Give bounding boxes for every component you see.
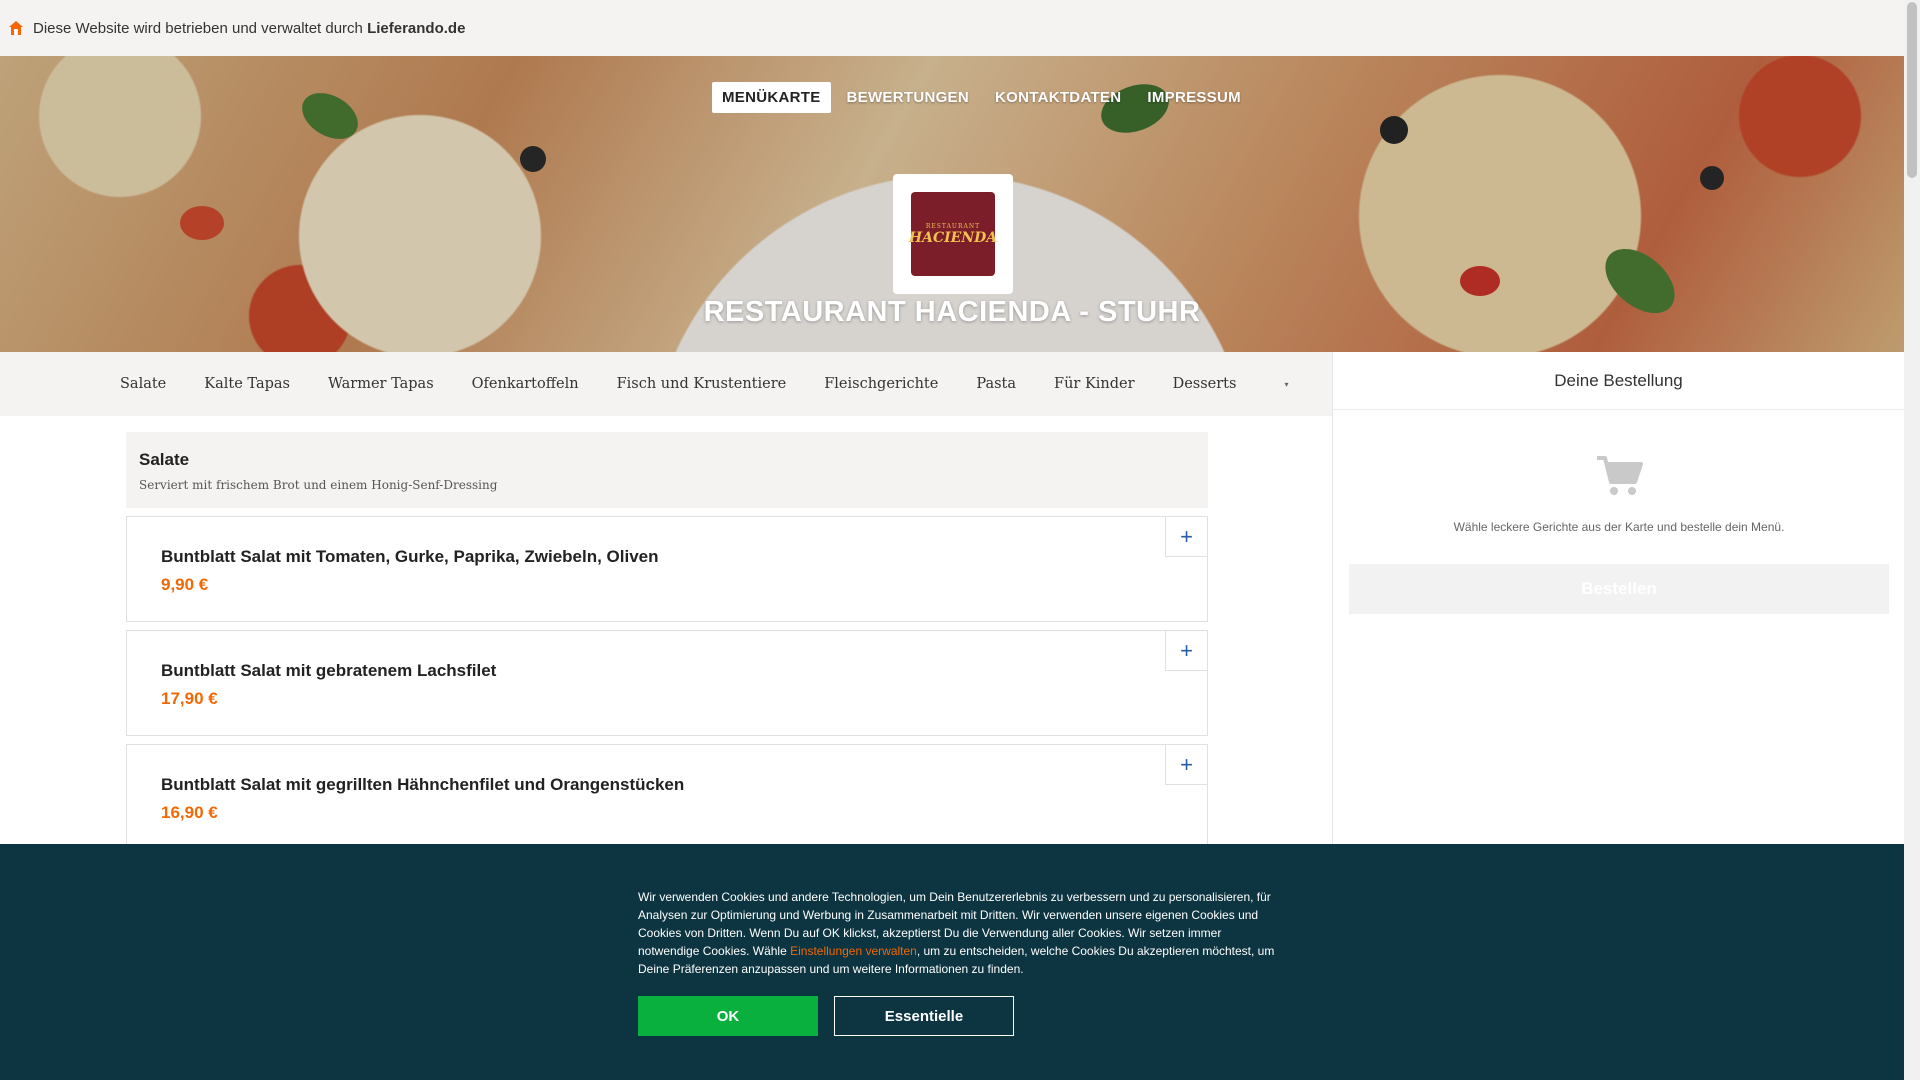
logo-big-text: HACIENDA bbox=[908, 229, 998, 246]
category-pasta[interactable]: Pasta bbox=[976, 376, 1016, 392]
main-nav: MENÜKARTE BEWERTUNGEN KONTAKTDATEN IMPRE… bbox=[712, 82, 1251, 113]
cart-icon bbox=[1597, 456, 1643, 495]
nav-kontaktdaten[interactable]: KONTAKTDATEN bbox=[985, 82, 1131, 113]
category-bar: Salate Kalte Tapas Warmer Tapas Ofenkart… bbox=[0, 352, 1332, 416]
menu-item-price: 9,90 € bbox=[161, 575, 209, 594]
chevron-down-icon[interactable]: ▾ bbox=[1284, 380, 1288, 389]
scrollbar-thumb[interactable] bbox=[1907, 2, 1917, 178]
cookie-banner: Wir verwenden Cookies und andere Technol… bbox=[0, 844, 1904, 1080]
operator-notice-text: Diese Website wird betrieben und verwalt… bbox=[33, 19, 363, 37]
add-item-button[interactable]: + bbox=[1165, 631, 1207, 671]
menu-item[interactable]: Buntblatt Salat mit Tomaten, Gurke, Papr… bbox=[126, 516, 1208, 622]
category-desserts[interactable]: Desserts bbox=[1173, 376, 1237, 392]
cookie-ok-button[interactable]: OK bbox=[638, 996, 818, 1036]
cookie-settings-link[interactable]: Einstellungen verwalten bbox=[790, 944, 917, 958]
basket-empty-text: Wähle leckere Gerichte aus der Karte und… bbox=[1453, 520, 1785, 534]
basket-title: Deine Bestellung bbox=[1333, 352, 1904, 410]
nav-bewertungen[interactable]: BEWERTUNGEN bbox=[837, 82, 979, 113]
operator-notice-bar: Diese Website wird betrieben und verwalt… bbox=[0, 0, 1904, 56]
menu-item-name: Buntblatt Salat mit gebratenem Lachsfile… bbox=[161, 661, 497, 680]
category-fuer-kinder[interactable]: Für Kinder bbox=[1054, 376, 1135, 392]
cookie-text: Wir verwenden Cookies und andere Technol… bbox=[638, 888, 1278, 978]
menu-item-name: Buntblatt Salat mit gegrillten Hähnchenf… bbox=[161, 775, 685, 794]
menu-item-price: 16,90 € bbox=[161, 803, 218, 822]
logo-mark: RESTAURANT HACIENDA bbox=[908, 192, 998, 276]
menu-content: Salate Serviert mit frischem Brot und ei… bbox=[126, 432, 1208, 850]
category-ofenkartoffeln[interactable]: Ofenkartoffeln bbox=[472, 376, 579, 392]
menu-item-name: Buntblatt Salat mit Tomaten, Gurke, Papr… bbox=[161, 547, 659, 566]
menu-item[interactable]: Buntblatt Salat mit gegrillten Hähnchenf… bbox=[126, 744, 1208, 850]
operator-brand[interactable]: Lieferando.de bbox=[367, 20, 465, 37]
restaurant-title: RESTAURANT HACIENDA - STUHR bbox=[703, 296, 1201, 328]
category-kalte-tapas[interactable]: Kalte Tapas bbox=[204, 376, 290, 392]
cookie-essential-button[interactable]: Essentielle bbox=[834, 996, 1014, 1036]
nav-menukarte[interactable]: MENÜKARTE bbox=[712, 82, 831, 113]
order-button[interactable]: Bestellen bbox=[1349, 564, 1889, 614]
home-icon bbox=[9, 21, 23, 35]
logo-small-text: RESTAURANT bbox=[925, 222, 981, 230]
menu-item[interactable]: Buntblatt Salat mit gebratenem Lachsfile… bbox=[126, 630, 1208, 736]
section-header: Salate Serviert mit frischem Brot und ei… bbox=[126, 432, 1208, 508]
restaurant-logo: RESTAURANT HACIENDA bbox=[893, 174, 1013, 294]
section-description: Serviert mit frischem Brot und einem Hon… bbox=[139, 478, 498, 492]
section-title: Salate bbox=[139, 450, 190, 469]
menu-item-price: 17,90 € bbox=[161, 689, 218, 708]
category-fisch[interactable]: Fisch und Krustentiere bbox=[617, 376, 787, 392]
page-scrollbar[interactable] bbox=[1904, 0, 1920, 1080]
category-warmer-tapas[interactable]: Warmer Tapas bbox=[328, 376, 434, 392]
nav-impressum[interactable]: IMPRESSUM bbox=[1137, 82, 1251, 113]
category-fleischgerichte[interactable]: Fleischgerichte bbox=[824, 376, 938, 392]
category-salate[interactable]: Salate bbox=[120, 376, 166, 392]
add-item-button[interactable]: + bbox=[1165, 517, 1207, 557]
add-item-button[interactable]: + bbox=[1165, 745, 1207, 785]
